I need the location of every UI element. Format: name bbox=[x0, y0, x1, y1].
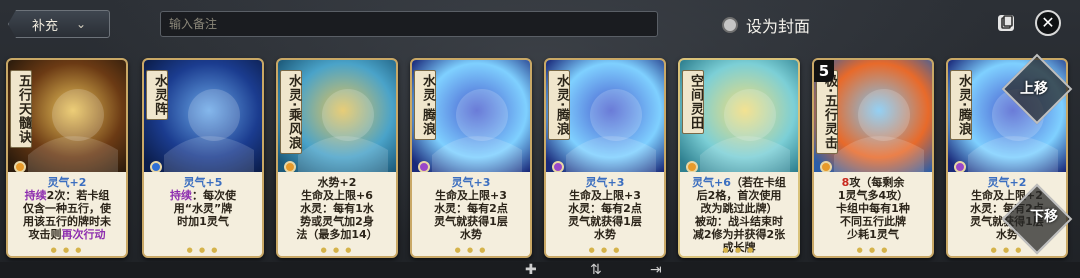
description-line: 用该五行的牌时未 bbox=[23, 215, 111, 228]
description-line: 灵气+3 bbox=[451, 176, 491, 189]
description-line: 持续2次：若卡组 bbox=[24, 189, 110, 202]
level-badge: 5 bbox=[814, 60, 834, 82]
card-name: 空间灵田 bbox=[682, 70, 704, 134]
description-line: 水灵：每有2点 bbox=[568, 202, 642, 215]
description-line: 法（最多加14） bbox=[296, 228, 378, 241]
description-line: 8攻（每剩余 bbox=[841, 176, 905, 189]
card-rarity-dots: ● ● ● bbox=[588, 246, 622, 254]
set-cover-label: 设为封面 bbox=[746, 17, 811, 36]
card-description: 水势+2 生命及上限+6 水灵：每有1水 势或灵气加2身 法（最多加14） bbox=[278, 172, 396, 256]
copy-button[interactable] bbox=[995, 12, 1017, 34]
description-line: 后2格，首次使用 bbox=[696, 189, 782, 202]
card-rarity-dots: ● ● ● bbox=[856, 246, 890, 254]
card-rarity-dots: ● ● ● bbox=[320, 246, 354, 254]
description-line: 水灵：每有1水 bbox=[300, 202, 374, 215]
description-line: 1灵气多4攻） bbox=[837, 189, 909, 202]
export-icon[interactable]: ⇥ bbox=[650, 262, 662, 278]
card-description: 灵气+5 持续：每次使 用“水灵”牌 时加1灵气 bbox=[144, 172, 262, 256]
card-name: 水灵·乘风浪 bbox=[280, 70, 302, 154]
description-line: 仅含一种五行，使 bbox=[23, 202, 111, 215]
card-description: 8攻（每剩余 1灵气多4攻） 卡组中每有1种 不同五行此牌 少耗1灵气 bbox=[814, 172, 932, 256]
skill-card[interactable]: 五行天髓诀 灵气+2 持续2次：若卡组 仅含一种五行，使 用该五行的牌时未 攻击则再次行… bbox=[6, 58, 128, 258]
description-line: 势或灵气加2身 bbox=[300, 215, 374, 228]
description-line: 生命及上限+3 bbox=[435, 189, 507, 202]
description-line: 灵气就获得1层 bbox=[434, 215, 508, 228]
card-name: 水灵·腾浪 bbox=[548, 70, 570, 140]
description-line: 卡组中每有1种 bbox=[836, 202, 910, 215]
move-down-label: 下移 bbox=[1030, 209, 1058, 225]
copy-icon bbox=[998, 15, 1014, 31]
description-line: 被动：战斗结束时 bbox=[695, 215, 783, 228]
description-line: 水势 bbox=[460, 228, 482, 241]
description-line: 灵气+3 bbox=[585, 176, 625, 189]
sort-icon[interactable]: ⇅ bbox=[590, 262, 602, 278]
card-rarity-dots: ● ● ● bbox=[186, 246, 220, 254]
description-line: 生命及上限+3 bbox=[569, 189, 641, 202]
description-line: 生命及上限+6 bbox=[301, 189, 373, 202]
close-icon: ✕ bbox=[1041, 13, 1055, 32]
description-line: 攻击则再次行动 bbox=[28, 228, 106, 241]
card-name: 五行天髓诀 bbox=[10, 70, 32, 148]
skill-card[interactable]: 水灵·乘风浪 水势+2 生命及上限+6 水灵：每有1水 势或灵气加2身 法（最多加14）… bbox=[276, 58, 398, 258]
card-description: 灵气+2 持续2次：若卡组 仅含一种五行，使 用该五行的牌时未 攻击则再次行动 bbox=[8, 172, 126, 256]
description-line: 灵气+5 bbox=[183, 176, 223, 189]
set-cover-toggle[interactable]: 设为封面 bbox=[722, 13, 810, 37]
description-line: 时加1灵气 bbox=[177, 215, 229, 228]
description-line: 灵气+2 bbox=[987, 176, 1027, 189]
note-input[interactable] bbox=[160, 11, 658, 37]
top-bar: 补充 ⌄ 设为封面 ✕ bbox=[0, 0, 1080, 50]
card-rarity-dots: ● ● ● bbox=[722, 246, 756, 254]
description-line: 水势+2 bbox=[317, 176, 357, 189]
card-rarity-dots: ● ● ● bbox=[990, 246, 1024, 254]
card-description: 灵气+3 生命及上限+3 水灵：每有2点 灵气就获得1层 水势 bbox=[546, 172, 664, 256]
move-up-label: 上移 bbox=[1020, 81, 1048, 97]
chevron-down-icon: ⌄ bbox=[75, 17, 87, 31]
card-name: 水灵阵 bbox=[146, 70, 168, 120]
close-button[interactable]: ✕ bbox=[1035, 10, 1061, 36]
card-description: 灵气+3 生命及上限+3 水灵：每有2点 灵气就获得1层 水势 bbox=[412, 172, 530, 256]
radio-icon[interactable] bbox=[722, 17, 738, 33]
description-line: 改为跳过此牌） bbox=[700, 202, 778, 215]
description-line: 不同五行此牌 bbox=[840, 215, 906, 228]
description-line: 用“水灵”牌 bbox=[173, 202, 233, 215]
description-line: 水灵：每有2点 bbox=[434, 202, 508, 215]
card-name: 水灵·腾浪 bbox=[950, 70, 972, 140]
card-rarity-dots: ● ● ● bbox=[50, 246, 84, 254]
description-line: 灵气+2 bbox=[47, 176, 87, 189]
description-line: 灵气就获得1层 bbox=[568, 215, 642, 228]
skill-card[interactable]: 极·五行灵击 8攻（每剩余 1灵气多4攻） 卡组中每有1种 不同五行此牌 少耗1灵气 ●… bbox=[812, 58, 934, 258]
card-description: 灵气+6（若在卡组 后2格，首次使用 改为跳过此牌） 被动：战斗结束时 减2修为并获得2… bbox=[680, 172, 798, 256]
bottom-toolbar bbox=[0, 262, 1080, 278]
category-dropdown-label: 补充 bbox=[31, 18, 58, 34]
card-row: 五行天髓诀 灵气+2 持续2次：若卡组 仅含一种五行，使 用该五行的牌时未 攻击则再次行… bbox=[0, 52, 1080, 264]
description-line: 少耗1灵气 bbox=[847, 228, 899, 241]
description-line: 减2修为并获得2张 bbox=[692, 228, 786, 241]
description-line: 灵气+6（若在卡组 bbox=[692, 176, 786, 189]
skill-card[interactable]: 水灵·腾浪 灵气+3 生命及上限+3 水灵：每有2点 灵气就获得1层 水势 ● ● ● bbox=[410, 58, 532, 258]
description-line: 水势 bbox=[594, 228, 616, 241]
skill-card[interactable]: 水灵·腾浪 灵气+3 生命及上限+3 水灵：每有2点 灵气就获得1层 水势 ● ● ● bbox=[544, 58, 666, 258]
card-name: 水灵·腾浪 bbox=[414, 70, 436, 140]
skill-card[interactable]: 水灵阵 灵气+5 持续：每次使 用“水灵”牌 时加1灵气 ● ● ● bbox=[142, 58, 264, 258]
add-icon[interactable]: ✚ bbox=[525, 262, 537, 278]
category-dropdown[interactable]: 补充 ⌄ bbox=[8, 10, 110, 38]
description-line: 持续：每次使 bbox=[170, 189, 236, 202]
card-rarity-dots: ● ● ● bbox=[454, 246, 488, 254]
card-name: 极·五行灵击 bbox=[816, 70, 838, 154]
skill-card[interactable]: 空间灵田 灵气+6（若在卡组 后2格，首次使用 改为跳过此牌） 被动：战斗结束时 减2修… bbox=[678, 58, 800, 258]
